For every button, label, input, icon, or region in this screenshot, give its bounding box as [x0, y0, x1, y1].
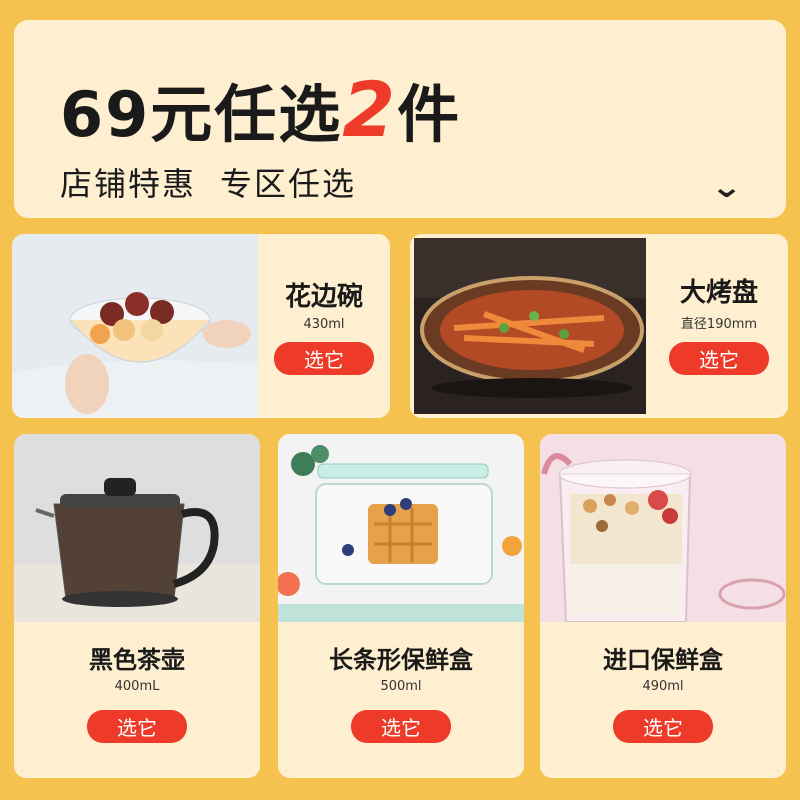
promo-price-text: 69元任选 — [60, 78, 343, 151]
product-card-baking-dish[interactable]: 大烤盘 直径190mm 选它 — [410, 234, 788, 418]
product-card-imported-container[interactable]: 进口保鲜盒 490ml 选它 — [540, 434, 786, 778]
promo-title: 69元任选2件 — [60, 72, 461, 148]
promo-banner: 69元任选2件 店铺特惠 专区任选 ⌄ — [14, 20, 786, 218]
select-button[interactable]: 选它 — [613, 709, 713, 743]
product-info-baking-dish: 大烤盘 直径190mm 选它 — [650, 278, 788, 376]
product-card-lace-bowl[interactable]: 花边碗 430ml 选它 — [12, 234, 390, 418]
promo-count: 2 — [342, 65, 398, 154]
product-name: 大烤盘 — [679, 278, 758, 308]
chevron-down-icon[interactable]: ⌄ — [710, 170, 743, 205]
product-card-black-teapot[interactable]: 黑色茶壶 400mL 选它 — [14, 434, 260, 778]
product-info-long-container: 长条形保鲜盒 500ml 选它 — [278, 646, 524, 743]
product-image-baking-dish — [414, 238, 646, 414]
product-spec: 400mL — [114, 678, 160, 694]
promo-unit: 件 — [397, 78, 462, 151]
select-button[interactable]: 选它 — [351, 709, 451, 743]
select-button[interactable]: 选它 — [669, 342, 769, 376]
product-info-imported-container: 进口保鲜盒 490ml 选它 — [540, 646, 786, 743]
product-info-lace-bowl: 花边碗 430ml 选它 — [258, 282, 390, 376]
product-card-long-container[interactable]: 长条形保鲜盒 500ml 选它 — [278, 434, 524, 778]
product-name: 长条形保鲜盒 — [329, 646, 473, 674]
product-spec: 直径190mm — [680, 317, 758, 333]
product-image-lace-bowl — [12, 234, 258, 418]
select-button[interactable]: 选它 — [274, 342, 374, 376]
product-name: 黑色茶壶 — [89, 646, 185, 674]
subtitle-shop-deal: 店铺特惠 — [60, 165, 197, 203]
product-name: 花边碗 — [284, 282, 363, 312]
subtitle-zone-choice: 专区任选 — [220, 165, 357, 203]
product-spec: 430ml — [303, 317, 345, 333]
product-image-imported-container — [540, 434, 786, 622]
select-button[interactable]: 选它 — [87, 709, 187, 743]
product-name: 进口保鲜盒 — [603, 646, 723, 674]
product-spec: 500ml — [380, 678, 422, 694]
product-spec: 490ml — [642, 678, 684, 694]
product-image-long-container — [278, 434, 524, 622]
product-info-black-teapot: 黑色茶壶 400mL 选它 — [14, 646, 260, 743]
product-image-black-teapot — [14, 434, 260, 622]
promo-subtitle: 店铺特惠 专区任选 — [60, 168, 356, 200]
